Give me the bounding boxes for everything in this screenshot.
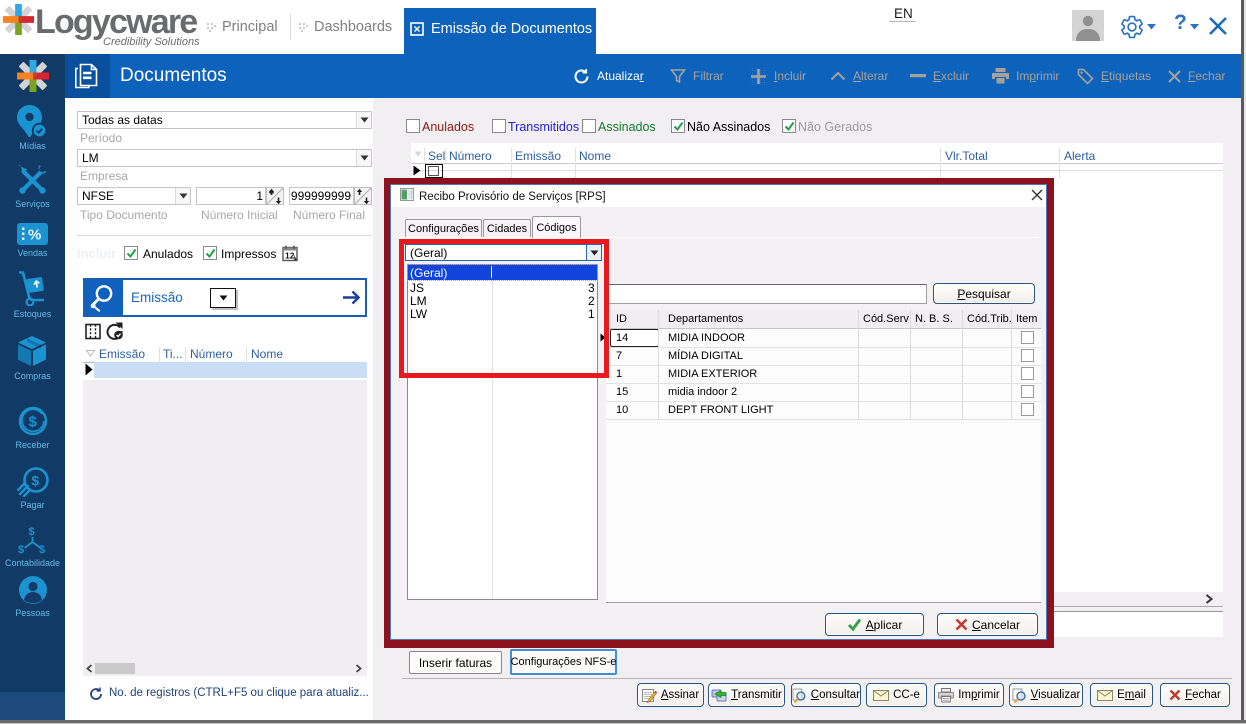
svg-text:$: $	[29, 526, 35, 538]
svg-text:$: $	[32, 473, 40, 489]
svg-text:$: $	[18, 544, 24, 554]
svg-text:%: %	[28, 227, 41, 244]
svg-text:$: $	[39, 544, 45, 554]
svg-text:12: 12	[285, 251, 295, 261]
svg-text:$: $	[29, 414, 38, 431]
